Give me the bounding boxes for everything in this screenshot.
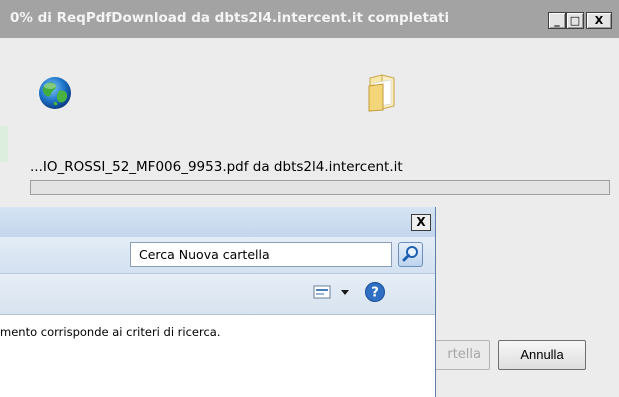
cancel-button[interactable]: Annulla — [498, 340, 586, 370]
search-icon — [402, 246, 418, 262]
explorer-titlebar[interactable]: X — [0, 207, 435, 237]
view-icon[interactable] — [313, 284, 331, 300]
empty-results-message: mento corrisponde ai criteri di ricerca. — [0, 325, 221, 339]
address-bar: Cerca Nuova cartella — [0, 237, 435, 274]
explorer-close-button[interactable]: X — [411, 214, 431, 231]
maximize-button[interactable]: □ — [566, 12, 584, 29]
folder-icon — [368, 74, 395, 112]
background-window-edge — [0, 126, 8, 162]
explorer-window: X Cerca Nuova cartella ? mento corrispon… — [0, 207, 436, 397]
search-button[interactable] — [398, 242, 423, 267]
download-titlebar[interactable]: 0% di ReqPdfDownload da dbts2l4.intercen… — [0, 0, 619, 38]
search-input[interactable]: Cerca Nuova cartella — [130, 242, 392, 267]
download-progress-bar — [30, 180, 610, 195]
svg-text:?: ? — [371, 286, 379, 301]
download-title: 0% di ReqPdfDownload da dbts2l4.intercen… — [10, 10, 450, 26]
close-button[interactable]: X — [586, 12, 612, 29]
explorer-content: mento corrisponde ai criteri di ricerca. — [0, 315, 435, 397]
chevron-down-icon[interactable] — [341, 290, 349, 295]
globe-icon — [39, 77, 71, 109]
download-filename: ...IO_ROSSI_52_MF006_9953.pdf da dbts2l4… — [30, 159, 403, 175]
help-icon[interactable]: ? — [364, 281, 386, 303]
explorer-toolbar: ? — [0, 274, 435, 315]
open-folder-button[interactable]: rtella — [428, 340, 490, 370]
minimize-button[interactable]: _ — [548, 12, 566, 29]
